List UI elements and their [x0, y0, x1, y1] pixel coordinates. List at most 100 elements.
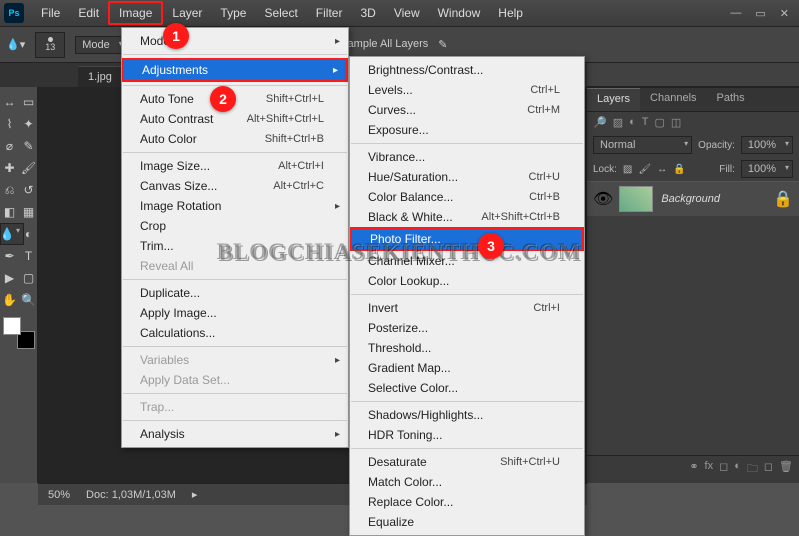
image-menu-item-10[interactable]: Image Rotation — [122, 196, 348, 216]
wand-tool[interactable]: ✦ — [19, 113, 38, 135]
adjustments-item-9[interactable]: Photo Filter... — [350, 227, 584, 251]
shape-tool[interactable]: ▢ — [19, 267, 38, 289]
zoom-level[interactable]: 50% — [48, 489, 70, 501]
adjustments-item-17[interactable]: Selective Color... — [350, 378, 584, 398]
adjustments-item-23[interactable]: Match Color... — [350, 472, 584, 492]
adjustments-item-19[interactable]: Shadows/Highlights... — [350, 405, 584, 425]
image-menu-item-8[interactable]: Image Size...Alt+Ctrl+I — [122, 156, 348, 176]
filter-kind-icon[interactable]: 🔎 — [593, 116, 607, 129]
menu-help[interactable]: Help — [489, 3, 532, 23]
crop-tool[interactable]: ⌀ — [0, 135, 19, 157]
image-menu-item-0[interactable]: Mode — [122, 31, 348, 51]
kind-adj-icon[interactable]: ◐ — [629, 116, 636, 129]
status-arrow-icon[interactable]: ▸ — [192, 488, 198, 501]
history-brush-tool[interactable]: ↺ — [19, 179, 38, 201]
fill-select[interactable]: 100% — [741, 160, 793, 178]
layer-row[interactable]: 👁 Background 🔒 — [587, 181, 799, 216]
menu-3d[interactable]: 3D — [351, 3, 384, 23]
group-icon[interactable]: 🗀 — [747, 460, 758, 479]
adjustments-item-11[interactable]: Color Lookup... — [350, 271, 584, 291]
menu-select[interactable]: Select — [255, 3, 306, 23]
lock-all-icon[interactable]: 🔒 — [673, 164, 685, 175]
panel-tab-paths[interactable]: Paths — [707, 88, 755, 111]
mask-icon[interactable]: ◻ — [719, 460, 728, 479]
image-menu-item-5[interactable]: Auto ContrastAlt+Shift+Ctrl+L — [122, 109, 348, 129]
image-menu-item-9[interactable]: Canvas Size...Alt+Ctrl+C — [122, 176, 348, 196]
adjustments-item-15[interactable]: Threshold... — [350, 338, 584, 358]
move-tool[interactable]: ↔ — [0, 91, 19, 113]
image-menu-item-15[interactable]: Duplicate... — [122, 283, 348, 303]
adjustments-item-5[interactable]: Vibrance... — [350, 147, 584, 167]
heal-tool[interactable]: ✚ — [0, 157, 19, 179]
adjustments-item-1[interactable]: Levels...Ctrl+L — [350, 80, 584, 100]
menu-file[interactable]: File — [32, 3, 69, 23]
adjustments-item-22[interactable]: DesaturateShift+Ctrl+U — [350, 452, 584, 472]
brush-tool[interactable]: 🖌 — [19, 157, 38, 179]
kind-shape-icon[interactable]: ▢ — [655, 116, 665, 129]
adjustments-item-16[interactable]: Gradient Map... — [350, 358, 584, 378]
fx-icon[interactable]: fx — [705, 460, 714, 479]
adjustments-item-10[interactable]: Channel Mixer... — [350, 251, 584, 271]
lock-trans-icon[interactable]: ▨ — [623, 164, 632, 175]
adjustments-item-3[interactable]: Exposure... — [350, 120, 584, 140]
visibility-icon[interactable]: 👁 — [593, 189, 613, 209]
menu-filter[interactable]: Filter — [307, 3, 352, 23]
image-menu-item-6[interactable]: Auto ColorShift+Ctrl+B — [122, 129, 348, 149]
adjustments-item-6[interactable]: Hue/Saturation...Ctrl+U — [350, 167, 584, 187]
menu-image[interactable]: Image — [108, 1, 163, 25]
image-menu-item-12[interactable]: Trim... — [122, 236, 348, 256]
eraser-tool[interactable]: ◧ — [0, 201, 19, 223]
gradient-tool[interactable]: ▦ — [19, 201, 38, 223]
lock-paint-icon[interactable]: 🖌 — [638, 164, 651, 175]
image-menu-item-2[interactable]: Adjustments — [122, 58, 348, 82]
blur-tool[interactable]: 💧 — [0, 223, 24, 245]
adjustments-item-24[interactable]: Replace Color... — [350, 492, 584, 512]
image-menu-item-24[interactable]: Analysis — [122, 424, 348, 444]
brush-preview[interactable]: 13 — [35, 32, 65, 58]
fg-swatch[interactable] — [3, 317, 21, 335]
mode-select[interactable]: Mode — [75, 36, 127, 54]
panel-tab-layers[interactable]: Layers — [587, 88, 640, 111]
adjustments-item-8[interactable]: Black & White...Alt+Shift+Ctrl+B — [350, 207, 584, 227]
pen-tool[interactable]: ✒ — [0, 245, 19, 267]
kind-pixel-icon[interactable]: ▨ — [613, 116, 623, 129]
type-tool[interactable]: T — [19, 245, 38, 267]
image-menu-item-16[interactable]: Apply Image... — [122, 303, 348, 323]
menu-view[interactable]: View — [385, 3, 429, 23]
trash-icon[interactable]: 🗑 — [779, 460, 793, 479]
path-select-tool[interactable]: ▶ — [0, 267, 19, 289]
image-menu-item-17[interactable]: Calculations... — [122, 323, 348, 343]
marquee-tool[interactable]: ▭ — [19, 91, 38, 113]
menu-window[interactable]: Window — [429, 3, 490, 23]
lasso-tool[interactable]: ⌇ — [0, 113, 19, 135]
menu-type[interactable]: Type — [211, 3, 255, 23]
adjustments-item-14[interactable]: Posterize... — [350, 318, 584, 338]
maximize-button[interactable]: ▭ — [755, 7, 765, 20]
adjustments-item-0[interactable]: Brightness/Contrast... — [350, 60, 584, 80]
adjustments-item-7[interactable]: Color Balance...Ctrl+B — [350, 187, 584, 207]
pressure-icon[interactable]: ✎ — [438, 38, 447, 51]
lock-move-icon[interactable]: ↔ — [657, 164, 667, 175]
minimize-button[interactable]: — — [730, 7, 741, 20]
link-icon[interactable]: ⚭ — [689, 460, 698, 479]
adjustments-item-2[interactable]: Curves...Ctrl+M — [350, 100, 584, 120]
menu-layer[interactable]: Layer — [163, 3, 211, 23]
opacity-select[interactable]: 100% — [741, 136, 793, 154]
stamp-tool[interactable]: ⎌ — [0, 179, 19, 201]
menu-edit[interactable]: Edit — [69, 3, 108, 23]
adjustments-item-20[interactable]: HDR Toning... — [350, 425, 584, 445]
image-menu-item-11[interactable]: Crop — [122, 216, 348, 236]
kind-smart-icon[interactable]: ◫ — [671, 116, 681, 129]
adj-icon[interactable]: ◐ — [734, 460, 741, 479]
panel-tab-channels[interactable]: Channels — [640, 88, 706, 111]
adjustments-item-13[interactable]: InvertCtrl+I — [350, 298, 584, 318]
hand-tool[interactable]: ✋ — [0, 289, 19, 311]
close-button[interactable]: ✕ — [780, 7, 789, 20]
blend-mode-select[interactable]: Normal — [593, 136, 692, 154]
adjustments-item-25[interactable]: Equalize — [350, 512, 584, 532]
eyedropper-tool[interactable]: ✎ — [19, 135, 38, 157]
zoom-tool[interactable]: 🔍 — [19, 289, 38, 311]
kind-type-icon[interactable]: T — [642, 116, 649, 129]
new-icon[interactable]: ◻ — [764, 460, 773, 479]
color-swatches[interactable] — [3, 317, 35, 349]
